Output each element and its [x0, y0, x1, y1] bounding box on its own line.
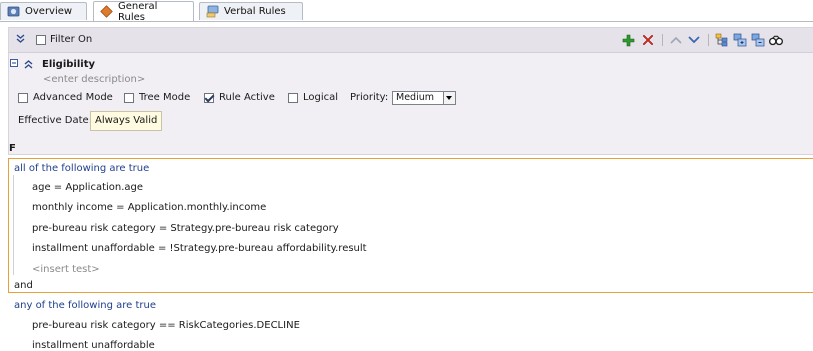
- tab-verbal-rules[interactable]: Verbal Rules: [199, 2, 303, 20]
- advanced-mode-checkbox[interactable]: [18, 93, 28, 103]
- toolbar-separator-2: [708, 34, 709, 46]
- delete-icon[interactable]: [641, 33, 655, 47]
- test-row[interactable]: pre-bureau risk category = Strategy.pre-…: [32, 223, 339, 234]
- expand-icon[interactable]: [733, 33, 747, 47]
- if-section-label: F: [9, 143, 16, 154]
- collapse-icon[interactable]: [751, 33, 765, 47]
- collapse-all-icon[interactable]: [16, 34, 25, 47]
- effective-date-field[interactable]: Always Valid: [90, 111, 163, 131]
- find-icon[interactable]: [769, 33, 783, 47]
- rule-active-label: Rule Active: [219, 92, 275, 103]
- group-indent-line: [13, 175, 14, 275]
- group-all-header[interactable]: all of the following are true: [14, 163, 149, 174]
- test-row[interactable]: pre-bureau risk category == RiskCategori…: [32, 320, 300, 331]
- tab-general-rules[interactable]: General Rules: [93, 0, 194, 23]
- priority-select[interactable]: Medium: [392, 91, 456, 105]
- advanced-mode-label: Advanced Mode: [33, 92, 113, 103]
- test-row[interactable]: age = Application.age: [32, 182, 143, 193]
- move-up-icon[interactable]: [669, 33, 683, 47]
- effective-date-label: Effective Date:: [18, 115, 93, 126]
- filter-on-label: Filter On: [50, 34, 93, 45]
- rule-description-placeholder[interactable]: <enter description>: [43, 74, 145, 85]
- rule-collapse-toggle[interactable]: [10, 59, 18, 70]
- group-any-header[interactable]: any of the following are true: [14, 300, 156, 311]
- tab-overview-label: Overview: [25, 6, 73, 17]
- priority-label: Priority:: [350, 92, 389, 103]
- connector-and[interactable]: and: [14, 280, 33, 291]
- tree-mode-checkbox[interactable]: [124, 93, 134, 103]
- chevron-up-icon[interactable]: [24, 59, 33, 72]
- tree-mode-label: Tree Mode: [139, 92, 191, 103]
- dropdown-arrow-icon[interactable]: [443, 92, 455, 104]
- move-down-icon[interactable]: [687, 33, 701, 47]
- toolbar-separator: [662, 34, 663, 46]
- verbal-rules-icon: [206, 5, 219, 18]
- rule-active-checkbox[interactable]: [204, 93, 214, 103]
- tree-icon[interactable]: [715, 33, 729, 47]
- tab-overview[interactable]: Overview: [0, 2, 87, 20]
- logical-label: Logical: [303, 92, 339, 103]
- effective-date-value: Always Valid: [95, 115, 158, 126]
- logical-checkbox[interactable]: [288, 93, 298, 103]
- add-icon[interactable]: [621, 33, 635, 47]
- tab-general-rules-label: General Rules: [118, 0, 158, 23]
- overview-icon: [7, 5, 20, 18]
- rule-name[interactable]: Eligibility: [42, 59, 95, 70]
- editor-tab-bar: Overview General Rules Verbal Rules: [0, 0, 813, 23]
- filter-on-checkbox[interactable]: [36, 35, 46, 45]
- test-row[interactable]: installment unaffordable = !Strategy.pre…: [32, 243, 367, 254]
- test-row[interactable]: monthly income = Application.monthly.inc…: [32, 202, 266, 213]
- priority-value: Medium: [396, 92, 434, 103]
- general-rules-icon: [100, 5, 113, 18]
- rule-toolbar: Filter On: [9, 28, 813, 53]
- rule-panel: Filter On Eligibility <enter description…: [8, 27, 813, 155]
- test-row[interactable]: installment unaffordable: [32, 340, 155, 351]
- tab-verbal-rules-label: Verbal Rules: [224, 6, 286, 17]
- insert-test-placeholder[interactable]: <insert test>: [32, 264, 100, 275]
